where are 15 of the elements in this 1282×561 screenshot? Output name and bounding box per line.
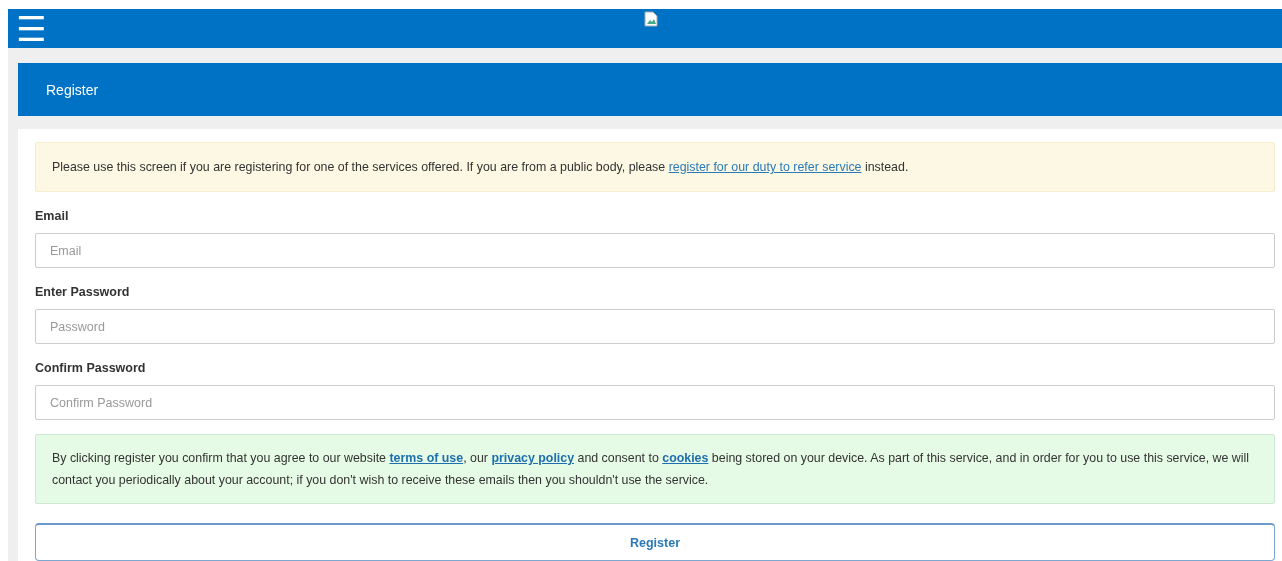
menu-button[interactable]: ☰ (12, 11, 51, 46)
field-label: Email (35, 209, 70, 223)
register-button[interactable]: Register (35, 523, 1275, 561)
policy-link[interactable]: privacy policy (491, 451, 575, 465)
input-field[interactable]: Confirm Password (35, 385, 1275, 420)
broken-image-icon (644, 11, 658, 27)
info-notice: Please use this screen if you are registering for one of the services offered. If you are from a public body, please register for our duty to refer service instead. (35, 142, 1275, 192)
consent-notice: By clicking register you confirm that you agree to our website terms of use, our privacy policy and consent to cookies being stored on your device. As part of this service, and in order for you to use this service, we will contact you periodically about your account; if you don't wish to receive these emails then you shouldn't use the service. (35, 434, 1275, 504)
panel-title: Register (46, 81, 99, 98)
input-field[interactable]: Password (35, 309, 1275, 344)
input-field[interactable]: Email (35, 233, 1275, 268)
duty-to-refer-link[interactable]: register for our duty to refer service (668, 160, 862, 174)
field-label: Confirm Password (35, 361, 147, 375)
policy-link[interactable]: cookies (662, 451, 709, 465)
field-label: Enter Password (35, 285, 131, 299)
